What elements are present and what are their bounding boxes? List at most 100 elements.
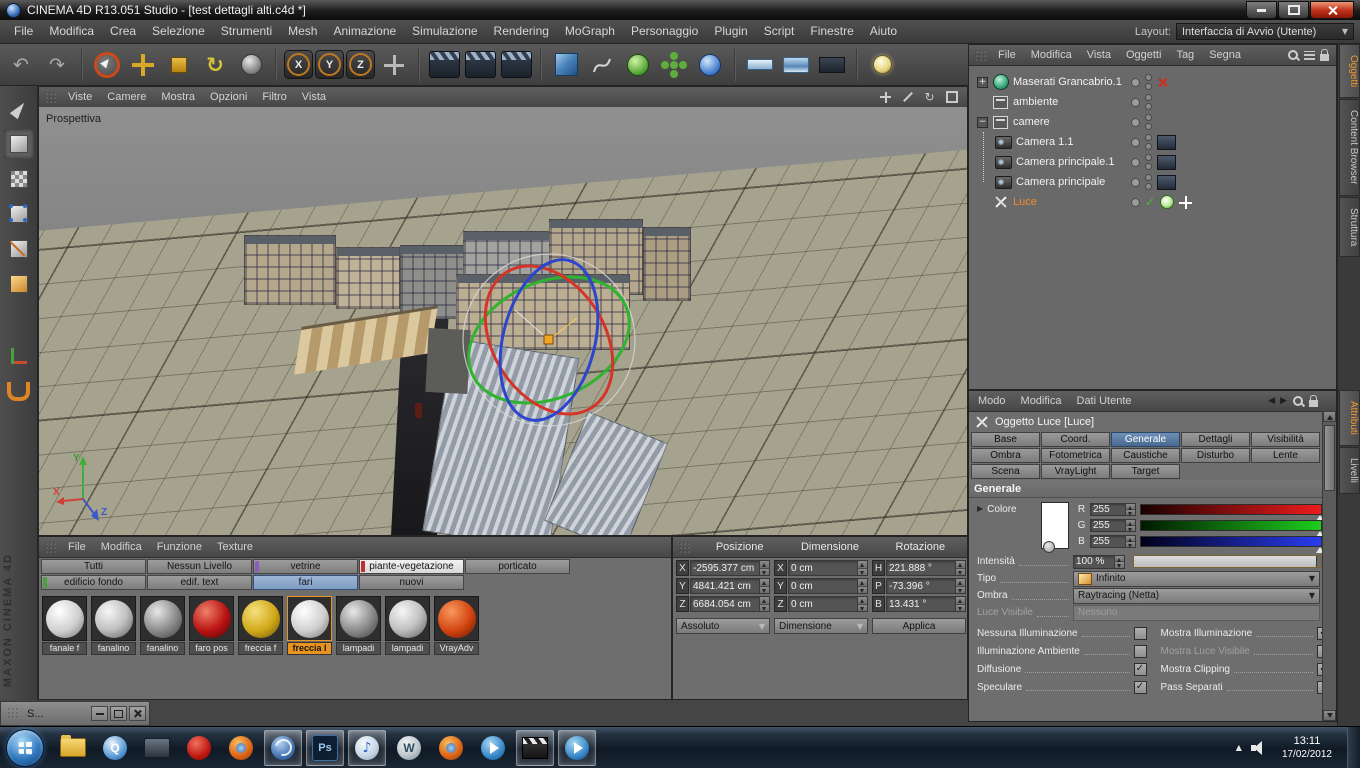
dimension-z-field[interactable]: 0 cm xyxy=(788,596,868,612)
visibility-dot-icon[interactable] xyxy=(1131,97,1140,107)
close-button[interactable] xyxy=(1310,1,1354,19)
scrollbar[interactable] xyxy=(1322,411,1336,721)
spinner[interactable] xyxy=(857,579,867,593)
tab-caustiche[interactable]: Caustiche xyxy=(1111,448,1180,463)
move-tool-button[interactable] xyxy=(126,47,160,83)
spinner[interactable] xyxy=(1114,555,1124,568)
rotation-h-field[interactable]: 221.888 ° xyxy=(886,560,966,576)
rotate-tool-button[interactable]: ↻ xyxy=(198,47,232,83)
material-item[interactable]: lampadi xyxy=(385,596,432,655)
menu-finestre[interactable]: Finestre xyxy=(802,20,861,43)
menu-mesh[interactable]: Mesh xyxy=(280,20,325,43)
panel-grip-icon[interactable] xyxy=(678,540,691,554)
check-pass-separati[interactable]: Pass Separati xyxy=(1161,678,1330,696)
live-selection-button[interactable] xyxy=(90,47,124,83)
visibility-dot-icon[interactable] xyxy=(1131,177,1140,187)
menu-aiuto[interactable]: Aiuto xyxy=(862,20,905,43)
attr-menu-modifica[interactable]: Modifica xyxy=(1014,395,1069,407)
red-value-field[interactable]: 255 xyxy=(1090,503,1136,516)
render-dots-icon[interactable] xyxy=(1145,74,1152,90)
visibility-dot-icon[interactable] xyxy=(1131,137,1140,147)
lock-icon[interactable] xyxy=(1320,48,1329,61)
add-floor-button[interactable] xyxy=(743,47,777,83)
tab-attributi[interactable]: Attributi xyxy=(1339,390,1360,446)
render-dots-icon[interactable] xyxy=(1145,174,1152,190)
taskbar-mediaplayer-button[interactable] xyxy=(474,730,512,766)
om-menu-segna[interactable]: Segna xyxy=(1202,49,1248,61)
visibility-dot-icon[interactable] xyxy=(1131,157,1140,167)
taskbar-clock[interactable]: 13:11 17/02/2012 xyxy=(1276,734,1338,761)
viewport-menu-camere[interactable]: Camere xyxy=(100,91,153,103)
material-item[interactable]: fanale f xyxy=(42,596,89,655)
om-menu-tag[interactable]: Tag xyxy=(1169,49,1201,61)
material-item[interactable]: fanalino xyxy=(91,596,138,655)
menu-mograph[interactable]: MoGraph xyxy=(557,20,623,43)
tab-dettagli[interactable]: Dettagli xyxy=(1181,432,1250,447)
material-item[interactable]: lampadi xyxy=(336,596,383,655)
visibility-dot-icon[interactable] xyxy=(1131,197,1140,207)
maximize-view-button[interactable] xyxy=(943,90,960,105)
panel-grip-icon[interactable] xyxy=(44,90,57,104)
render-view-button[interactable] xyxy=(427,47,461,83)
restore-button[interactable] xyxy=(110,706,127,721)
object-row-camera-1-1[interactable]: Camera 1.1 xyxy=(969,132,1336,152)
viewport-menu-viste[interactable]: Viste xyxy=(61,91,99,103)
spinner[interactable] xyxy=(857,597,867,611)
spinner[interactable] xyxy=(1125,536,1135,548)
gizmo-center-handle[interactable] xyxy=(543,334,554,345)
add-deformer-button[interactable] xyxy=(693,47,727,83)
checkbox[interactable] xyxy=(1133,626,1147,640)
taskbar-firefox-button[interactable] xyxy=(222,730,260,766)
material-item[interactable]: VrayAdv xyxy=(434,596,481,655)
layer-nuovi[interactable]: nuovi xyxy=(359,575,464,590)
panel-grip-icon[interactable] xyxy=(44,540,57,554)
spinner[interactable] xyxy=(1125,520,1135,532)
material-item[interactable]: freccia f xyxy=(238,596,285,655)
menu-animazione[interactable]: Animazione xyxy=(325,20,404,43)
viewport-menu-mostra[interactable]: Mostra xyxy=(154,91,202,103)
menu-plugin[interactable]: Plugin xyxy=(706,20,755,43)
intensity-field[interactable]: 100 % xyxy=(1073,554,1125,569)
add-environment-button[interactable] xyxy=(815,47,849,83)
object-row-camera-principale[interactable]: Camera principale xyxy=(969,172,1336,192)
menu-personaggio[interactable]: Personaggio xyxy=(623,20,706,43)
checkbox[interactable]: ✓ xyxy=(1133,680,1147,694)
color-mode-button[interactable] xyxy=(1043,541,1055,553)
om-menu-vista[interactable]: Vista xyxy=(1080,49,1118,61)
camera-tag-icon[interactable] xyxy=(1157,174,1176,190)
scale-tool-button[interactable] xyxy=(162,47,196,83)
pan-view-button[interactable] xyxy=(877,90,894,105)
spinner[interactable] xyxy=(759,561,769,575)
dimension-dropdown[interactable]: Dimensione ▼ xyxy=(774,618,868,634)
visibility-dot-icon[interactable] xyxy=(1131,77,1140,87)
snap-button[interactable] xyxy=(4,376,34,406)
add-generator-button[interactable] xyxy=(621,47,655,83)
viewport-canvas[interactable]: Prospettiva Y X Z xyxy=(39,107,967,535)
tab-content-browser[interactable]: Content Browser xyxy=(1339,99,1360,196)
add-cube-button[interactable] xyxy=(549,47,583,83)
close-panel-button[interactable] xyxy=(129,706,146,721)
checkbox[interactable] xyxy=(1133,644,1147,658)
check-speculare[interactable]: Speculare ✓ xyxy=(977,678,1147,696)
tab-target[interactable]: Target xyxy=(1111,464,1180,479)
menu-file[interactable]: File xyxy=(6,20,41,43)
apply-button[interactable]: Applica xyxy=(872,618,966,634)
tab-disturbo[interactable]: Disturbo xyxy=(1181,448,1250,463)
om-menu-file[interactable]: File xyxy=(991,49,1023,61)
material-item-selected[interactable]: freccia l xyxy=(287,596,334,655)
layer-tutti[interactable]: Tutti xyxy=(41,559,146,574)
layer-fari[interactable]: fari xyxy=(253,575,358,590)
lock-z-button[interactable]: Z xyxy=(346,50,375,79)
tab-generale-active[interactable]: Generale xyxy=(1111,432,1180,447)
material-menu-file[interactable]: File xyxy=(61,541,93,553)
lock-y-button[interactable]: Y xyxy=(315,50,344,79)
green-value-field[interactable]: 255 xyxy=(1090,519,1136,532)
check-nessuna-illuminazione[interactable]: Nessuna Illuminazione xyxy=(977,624,1147,642)
absolute-dropdown[interactable]: Assoluto ▼ xyxy=(676,618,770,634)
spinner[interactable] xyxy=(759,579,769,593)
section-header[interactable]: Generale xyxy=(969,480,1336,498)
menu-rendering[interactable]: Rendering xyxy=(486,20,557,43)
rotation-gizmo[interactable] xyxy=(437,248,667,438)
zoom-view-button[interactable] xyxy=(899,90,916,105)
enabled-check-icon[interactable]: ✓ xyxy=(1145,196,1155,208)
